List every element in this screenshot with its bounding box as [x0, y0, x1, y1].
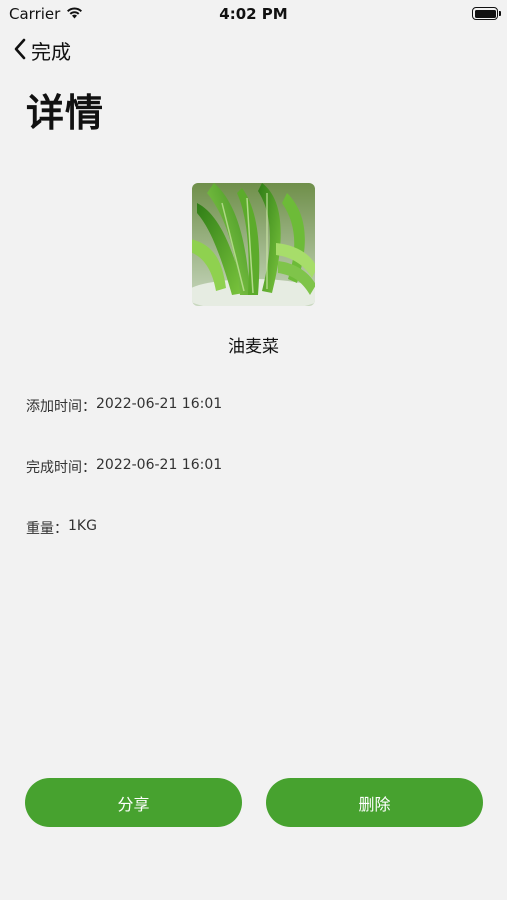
added-time-value: 2022-06-21 16:01 [96, 396, 223, 412]
battery-level [474, 9, 496, 18]
back-button[interactable]: 完成 [13, 36, 71, 65]
battery-icon [472, 7, 501, 20]
weight-value: 1KG [68, 518, 97, 534]
completed-time-label: 完成时间： [26, 460, 96, 476]
added-time-row: 添加时间： 2022-06-21 16:01 [26, 396, 222, 416]
detail-screen: Carrier 4:02 PM 完成 详情 油麦菜 添加时间： 2022-06-… [0, 0, 507, 900]
page-title: 详情 [26, 91, 105, 135]
weight-label: 重量： [26, 521, 68, 537]
completed-time-row: 完成时间： 2022-06-21 16:01 [26, 457, 222, 477]
share-button[interactable]: 分享 [25, 778, 242, 827]
product-name: 油麦菜 [228, 337, 279, 357]
delete-button[interactable]: 删除 [266, 778, 483, 827]
back-label: 完成 [31, 40, 71, 64]
added-time-label: 添加时间： [26, 399, 96, 415]
status-bar: Carrier 4:02 PM [0, 0, 507, 28]
product-image [192, 183, 315, 306]
weight-row: 重量： 1KG [26, 518, 97, 538]
completed-time-value: 2022-06-21 16:01 [96, 457, 223, 473]
status-time: 4:02 PM [219, 5, 288, 23]
chevron-left-icon [13, 37, 27, 65]
